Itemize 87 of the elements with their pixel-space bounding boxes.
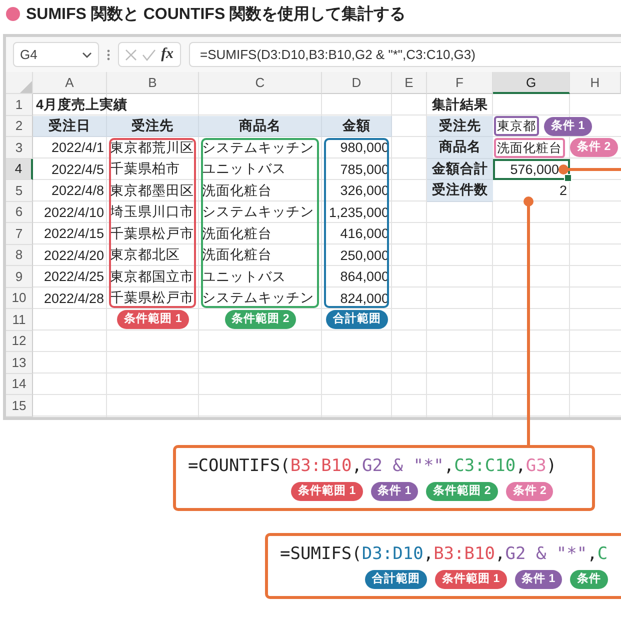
table-cell-text: 2022/4/1	[50, 139, 105, 158]
heading: SUMIFS 関数と COUNTIFS 関数を使用して集計する	[26, 4, 406, 24]
table-header: 受注日	[33, 116, 107, 137]
table-cell-text: 東京都荒川区	[109, 138, 195, 157]
table-header: 金額	[322, 116, 392, 137]
table-header: 受注先	[107, 116, 199, 137]
range-label: 条件範囲 2	[224, 310, 296, 330]
summary-value: 洗面化粧台	[494, 138, 565, 158]
table-header: 商品名	[199, 116, 322, 137]
argument-badge: 条件範囲 1	[291, 482, 363, 500]
formula-text: =COUNTIFS(B3:B10,G2 & "*",C3:C10,G3)	[188, 456, 558, 476]
row-header[interactable]: 13	[6, 352, 33, 374]
row-header[interactable]: 15	[6, 395, 33, 416]
table-cell-text: 2022/4/15	[42, 225, 105, 244]
leader-line	[558, 164, 621, 175]
table-cell-text: 千葉県柏市	[109, 160, 181, 178]
range-label: 条件範囲 1	[117, 310, 189, 330]
table-cell-text: 千葉県松戸市	[109, 224, 195, 243]
cross-icon[interactable]	[125, 48, 138, 60]
column-header[interactable]: A	[33, 72, 107, 94]
table-cell-text: システムキッチン	[201, 289, 315, 308]
table-cell-text: 東京都北区	[109, 246, 181, 264]
row-header[interactable]: 7	[6, 223, 33, 244]
summary-value: 576,000	[493, 158, 570, 180]
table-cell-text: システムキッチン	[201, 203, 315, 222]
table-cell-text: 洗面化粧台	[201, 246, 273, 264]
row-header[interactable]: 14	[6, 374, 33, 395]
argument-badge: 条件範囲 2	[426, 482, 498, 500]
table-cell-text: 埼玉県川口市	[109, 203, 195, 222]
caret-icon	[82, 52, 92, 58]
table-cell-text: 2022/4/28	[42, 290, 105, 308]
condition-badge: 条件 2	[570, 138, 618, 158]
summary-value: 2	[558, 182, 568, 200]
argument-badge: 条件 2	[506, 482, 554, 500]
row-header[interactable]: 11	[6, 309, 33, 330]
summary-value: 東京都	[494, 116, 539, 136]
argument-badge: 条件範囲 1	[435, 570, 507, 588]
row-header[interactable]: 3	[6, 137, 33, 158]
summary-label: 商品名	[427, 137, 493, 158]
row-header[interactable]: 2	[6, 116, 33, 137]
table-cell-text: 2022/4/20	[42, 246, 105, 265]
name-box[interactable]: G4	[13, 42, 99, 67]
argument-badge: 条件 1	[514, 570, 562, 588]
row-header[interactable]: 5	[6, 180, 33, 202]
row-header[interactable]: 8	[6, 244, 33, 266]
table-cell-text: 2022/4/10	[42, 204, 105, 222]
row-header[interactable]: 9	[6, 266, 33, 288]
table-cell-text: システムキッチン	[201, 138, 315, 157]
row-header[interactable]: 10	[6, 288, 33, 309]
function-button[interactable]: fx	[161, 46, 174, 63]
range-label: 合計範囲	[326, 310, 388, 330]
row-header[interactable]: 4	[6, 158, 33, 180]
dots-icon	[107, 48, 110, 60]
argument-badge: 条件	[570, 570, 608, 588]
argument-badge: 合計範囲	[365, 570, 427, 588]
table-cell-text: ユニットバス	[201, 160, 287, 178]
table-cell-text: 東京都国立市	[109, 268, 195, 286]
table-cell-text: 2022/4/5	[50, 160, 105, 179]
argument-badge: 条件 1	[370, 482, 418, 500]
summary-label: 受注先	[427, 116, 493, 137]
row-header[interactable]: 1	[6, 94, 33, 116]
column-header[interactable]: B	[107, 72, 199, 94]
column-header[interactable]: C	[199, 72, 322, 94]
corner-triangle-icon[interactable]	[20, 81, 32, 93]
sheet-title: 4月度売上実績	[35, 96, 129, 114]
summary-label: 受注件数	[427, 180, 493, 202]
table-cell-text: 千葉県松戸市	[109, 289, 195, 308]
table-cell-text: 洗面化粧台	[201, 224, 273, 243]
column-header[interactable]: H	[570, 72, 621, 94]
row-header[interactable]: 6	[6, 202, 33, 223]
summary-label: 金額合計	[427, 158, 493, 180]
column-header[interactable]: D	[322, 72, 392, 94]
table-cell-text: 2022/4/25	[42, 268, 105, 286]
table-cell-text: 東京都墨田区	[109, 182, 195, 200]
table-cell-text: 洗面化粧台	[201, 182, 273, 200]
formula-field[interactable]: =SUMIFS(D3:D10,B3:B10,G2 & "*",C3:C10,G3)	[189, 42, 621, 67]
column-header[interactable]: G	[493, 72, 570, 94]
bullet-icon	[6, 7, 20, 21]
check-icon[interactable]	[142, 48, 156, 60]
table-cell-text: ユニットバス	[201, 268, 287, 286]
column-header[interactable]: E	[392, 72, 427, 94]
table-cell-text: 2022/4/8	[50, 182, 105, 200]
column-header[interactable]: F	[427, 72, 493, 94]
formula-text: =SUMIFS(D3:D10,B3:B10,G2 & "*",C	[280, 544, 609, 564]
row-header[interactable]: 12	[6, 330, 33, 352]
summary-title: 集計結果	[430, 96, 489, 114]
condition-badge: 条件 1	[544, 116, 592, 136]
